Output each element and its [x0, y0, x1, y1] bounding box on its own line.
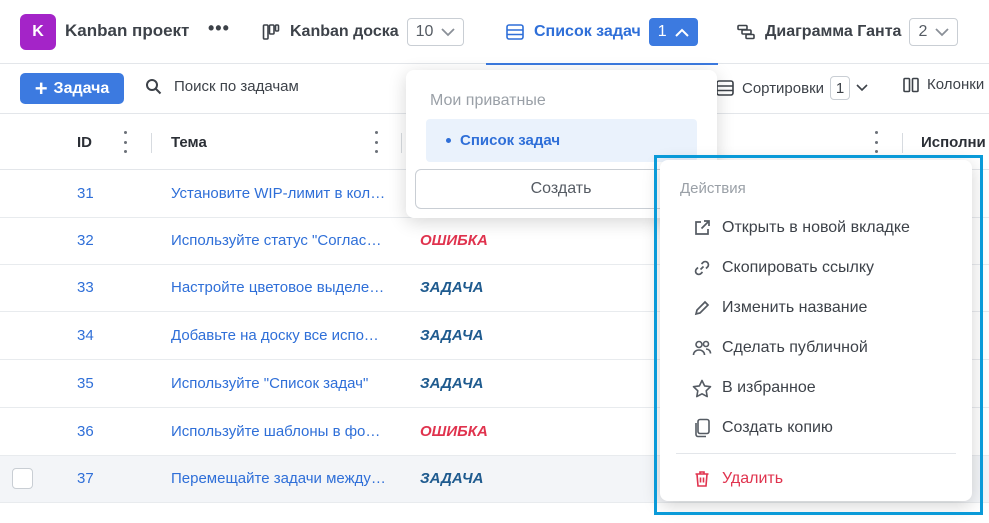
menu-item-label: Изменить название [722, 299, 868, 316]
menu-item-label: Открыть в новой вкладке [722, 219, 910, 236]
menu-item-make-public[interactable]: Сделать публичной [690, 336, 868, 360]
star-icon [690, 379, 714, 398]
top-bar: K Kanban проект ••• Kanban доска 10 Спис… [0, 0, 989, 65]
column-menu-icon[interactable] [122, 131, 128, 153]
menu-item-label: Скопировать ссылку [722, 259, 875, 276]
search-icon [145, 78, 162, 95]
sort-button[interactable]: Сортировки 1 [716, 76, 868, 100]
project-more-button[interactable]: ••• [208, 18, 230, 39]
copy-icon [690, 418, 714, 438]
search-placeholder: Поиск по задачам [174, 78, 299, 95]
users-icon [690, 339, 714, 357]
task-id[interactable]: 33 [77, 279, 94, 296]
task-id[interactable]: 31 [77, 185, 94, 202]
tab-label: Диаграмма Ганта [765, 23, 902, 40]
menu-item-add-favorite[interactable]: В избранное [690, 376, 816, 400]
menu-item-label: В избранное [722, 379, 816, 396]
chevron-down-icon [441, 27, 456, 37]
sort-label: Сортировки [742, 79, 825, 97]
task-id[interactable]: 36 [77, 423, 94, 440]
chevron-down-icon [856, 84, 868, 92]
external-link-icon [690, 219, 714, 237]
project-avatar[interactable]: K [20, 14, 56, 50]
tab-label: Kanban доска [290, 23, 399, 40]
task-title[interactable]: Используйте статус "Согласование" [171, 232, 386, 249]
task-id[interactable]: 37 [77, 470, 94, 487]
gantt-icon [737, 24, 755, 40]
task-type: ЗАДАЧА [420, 375, 484, 392]
row-checkbox[interactable] [12, 468, 33, 489]
columns-label: Колонки [927, 76, 985, 93]
add-task-button[interactable]: + Задача [20, 73, 124, 104]
columns-icon [903, 77, 919, 93]
menu-item-delete[interactable]: Удалить [690, 467, 783, 491]
active-dot-icon [446, 138, 451, 143]
task-title[interactable]: Установите WIP-лимит в колонке [171, 185, 386, 202]
column-menu-icon[interactable] [873, 131, 879, 153]
task-type: ЗАДАЧА [420, 279, 484, 296]
column-header-id[interactable]: ID [77, 115, 92, 170]
task-id[interactable]: 32 [77, 232, 94, 249]
tab-task-list[interactable]: Список задач 1 [486, 0, 718, 65]
column-header-title[interactable]: Тема [171, 115, 207, 170]
list-icon [506, 24, 524, 40]
add-task-label: Задача [53, 79, 110, 97]
chevron-up-icon [674, 28, 689, 37]
actions-menu: Действия Открыть в новой вкладке Скопиро… [660, 160, 972, 501]
menu-item-label: Создать копию [722, 419, 833, 436]
menu-divider [676, 453, 956, 454]
tab-count: 2 [918, 23, 928, 40]
task-title[interactable]: Перемещайте задачи между колонками [171, 470, 386, 487]
pencil-icon [690, 299, 714, 317]
trash-icon [690, 470, 714, 488]
task-type: ЗАДАЧА [420, 470, 484, 487]
column-divider[interactable] [902, 133, 903, 153]
task-id[interactable]: 35 [77, 375, 94, 392]
sort-count: 1 [830, 76, 851, 100]
column-divider[interactable] [401, 133, 402, 153]
menu-item-label: Сделать публичной [722, 339, 868, 356]
view-item-task-list[interactable]: Список задач [426, 119, 697, 162]
menu-item-duplicate[interactable]: Создать копию [690, 416, 833, 440]
columns-button[interactable]: Колонки [903, 76, 984, 93]
task-title[interactable]: Используйте "Список задач" [171, 375, 386, 392]
board-icon [262, 23, 280, 41]
column-divider[interactable] [151, 133, 152, 153]
plus-icon: + [34, 75, 48, 101]
menu-item-label: Удалить [722, 470, 784, 487]
tab-label: Список задач [534, 23, 641, 40]
tab-gantt[interactable]: Диаграмма Ганта 2 [737, 0, 959, 64]
task-title[interactable]: Настройте цветовое выделение [171, 279, 386, 296]
tab-kanban-board[interactable]: Kanban доска 10 [262, 0, 465, 64]
sort-icon [716, 80, 734, 96]
menu-item-copy-link[interactable]: Скопировать ссылку [690, 256, 874, 280]
menu-item-open-new-tab[interactable]: Открыть в новой вкладке [690, 216, 910, 240]
chevron-down-icon [935, 27, 949, 37]
task-title[interactable]: Используйте шаблоны в формах [171, 423, 386, 440]
project-name[interactable]: Kanban проект [65, 21, 189, 41]
menu-item-rename[interactable]: Изменить название [690, 296, 867, 320]
task-type: ОШИБКА [420, 423, 488, 440]
task-type: ЗАДАЧА [420, 327, 484, 344]
search-input[interactable]: Поиск по задачам [145, 78, 299, 95]
task-id[interactable]: 34 [77, 327, 94, 344]
menu-section-title: Действия [680, 180, 746, 197]
popover-section-title: Мои приватные [430, 92, 546, 109]
tab-count-dropdown[interactable]: 2 [909, 18, 959, 46]
tab-count-dropdown[interactable]: 10 [406, 18, 465, 46]
link-icon [690, 259, 714, 277]
tab-count: 10 [415, 23, 434, 40]
task-type: ОШИБКА [420, 232, 488, 249]
tab-count-dropdown[interactable]: 1 [648, 18, 698, 46]
column-menu-icon[interactable] [373, 131, 379, 153]
view-item-label: Список задач [460, 132, 561, 149]
tab-count: 1 [657, 23, 667, 40]
task-title[interactable]: Добавьте на доску все исполнители [171, 327, 386, 344]
